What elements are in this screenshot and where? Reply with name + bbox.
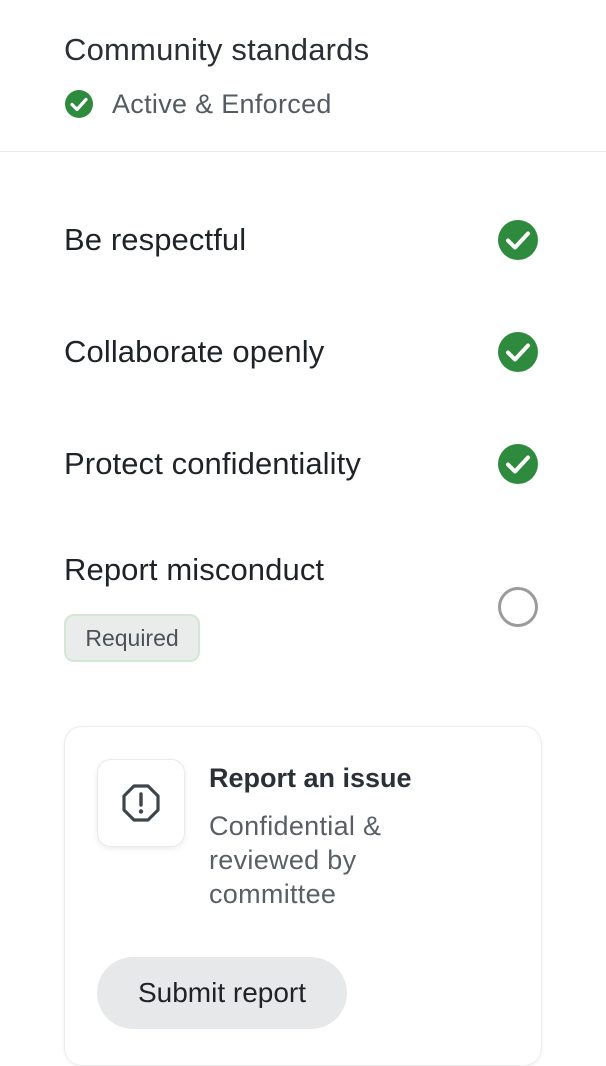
alert-octagon-icon: [122, 784, 160, 822]
required-badge: Required: [64, 614, 200, 662]
check-circle-icon[interactable]: [496, 442, 540, 486]
rule-label-collaborate-openly: Collaborate openly: [64, 334, 325, 369]
rule-label-report-misconduct: Report misconduct: [64, 552, 325, 587]
rule-label-protect-confidentiality: Protect confidentiality: [64, 446, 361, 481]
page-title: Community standards: [64, 32, 370, 67]
page-header: Community standards Active & Enforced: [0, 0, 606, 152]
rule-label-be-respectful: Be respectful: [64, 222, 247, 257]
check-circle-icon: [65, 90, 93, 118]
report-icon-container: [97, 759, 185, 847]
status-text: Active & Enforced: [112, 88, 332, 119]
empty-circle-checkbox[interactable]: [498, 587, 538, 627]
card-description: Confidential & reviewed by committee: [209, 811, 382, 909]
submit-report-button[interactable]: Submit report: [97, 957, 347, 1029]
check-circle-icon[interactable]: [496, 218, 540, 262]
check-circle-icon[interactable]: [496, 330, 540, 374]
report-issue-card: Report an issue Confidential & reviewed …: [64, 726, 542, 1066]
card-title: Report an issue: [209, 763, 412, 793]
status-indicator: Active & Enforced: [64, 86, 332, 122]
